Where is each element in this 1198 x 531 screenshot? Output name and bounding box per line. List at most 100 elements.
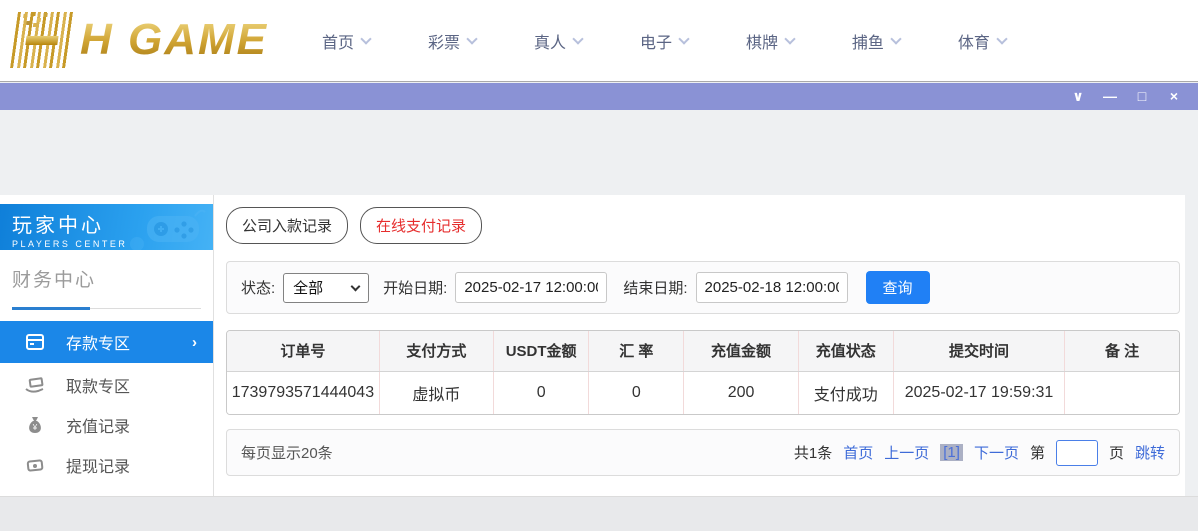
- nav-item-live[interactable]: 真人: [534, 29, 582, 53]
- jump-suffix-label: 页: [1109, 442, 1124, 463]
- chevron-down-icon: [784, 33, 795, 44]
- nav-item-sports[interactable]: 体育: [958, 29, 1006, 53]
- sidebar: 玩家中心 PLAYERS CENTER 财务中心: [0, 195, 214, 496]
- logo-sparkle-icon: [23, 14, 28, 18]
- cell-recharge-amount: 200: [684, 371, 798, 414]
- tab-company-deposit-record[interactable]: 公司入款记录: [226, 207, 348, 244]
- tab-online-payment-record[interactable]: 在线支付记录: [360, 207, 482, 244]
- sidebar-item-deposit[interactable]: 存款专区 ›: [0, 321, 213, 363]
- jump-prefix-label: 第: [1030, 442, 1045, 463]
- sidebar-item-label: 提现记录: [66, 453, 130, 477]
- jump-button[interactable]: 跳转: [1135, 442, 1165, 463]
- col-remark: 备 注: [1065, 331, 1179, 371]
- sidebar-item-recharge-record[interactable]: ¥ 充值记录: [0, 405, 213, 445]
- cell-exchange-rate: 0: [589, 371, 684, 414]
- bottom-background-strip: [0, 496, 1198, 531]
- content-area: 玩家中心 PLAYERS CENTER 财务中心: [0, 195, 1185, 496]
- cell-remark: [1065, 371, 1179, 414]
- app-window: H GAME 首页 彩票 真人 电子 棋牌: [0, 0, 1198, 531]
- sidebar-menu: 存款专区 › 取款专区 ¥ 充值记录: [0, 321, 213, 525]
- nav-item-lottery[interactable]: 彩票: [428, 29, 476, 53]
- col-exchange-rate: 汇 率: [589, 331, 684, 371]
- cell-payment-method: 虚拟币: [379, 371, 493, 414]
- chevron-down-icon: [678, 33, 689, 44]
- filter-bar: 状态: 全部 开始日期: 结束日期: 查询: [226, 261, 1180, 314]
- end-date-label: 结束日期:: [623, 277, 687, 298]
- start-date-input[interactable]: [455, 272, 607, 303]
- window-title-bar: ∨ — □ ×: [0, 83, 1198, 110]
- chevron-down-icon: [572, 33, 583, 44]
- main-panel: 公司入款记录 在线支付记录 状态: 全部 开始日期: 结束日期: 查询: [226, 207, 1180, 476]
- withdrawal-record-icon: [24, 454, 46, 476]
- pagination-controls: 共1条 首页 上一页 [1] 下一页 第 页 跳转: [794, 440, 1165, 466]
- sidebar-item-label: 存款专区: [66, 330, 130, 354]
- cell-recharge-status: 支付成功: [798, 371, 893, 414]
- cell-order-number: 1739793571444043: [227, 371, 379, 414]
- start-date-label: 开始日期:: [383, 277, 447, 298]
- first-page-link[interactable]: 首页: [843, 442, 873, 463]
- nav-label: 棋牌: [746, 29, 778, 53]
- sidebar-item-withdrawal-record[interactable]: 提现记录: [0, 445, 213, 485]
- chevron-down-icon: [360, 33, 371, 44]
- site-logo: H GAME: [14, 12, 268, 68]
- finance-center-heading: 财务中心: [12, 265, 201, 292]
- col-recharge-status: 充值状态: [798, 331, 893, 371]
- nav-label: 电子: [640, 29, 672, 53]
- chevron-down-icon: [351, 281, 361, 291]
- svg-text:¥: ¥: [32, 423, 38, 432]
- col-recharge-amount: 充值金额: [684, 331, 798, 371]
- nav-item-home[interactable]: 首页: [322, 29, 370, 53]
- window-dropdown-icon[interactable]: ∨: [1062, 83, 1094, 110]
- record-tabs: 公司入款记录 在线支付记录: [226, 207, 1180, 244]
- end-date-input[interactable]: [696, 272, 848, 303]
- page-jump-input[interactable]: [1056, 440, 1098, 466]
- col-payment-method: 支付方式: [379, 331, 493, 371]
- nav-label: 捕鱼: [852, 29, 884, 53]
- per-page-label: 每页显示20条: [241, 442, 333, 463]
- status-label: 状态:: [241, 277, 275, 298]
- chevron-down-icon: [466, 33, 477, 44]
- cell-submit-time: 2025-02-17 19:59:31: [893, 371, 1064, 414]
- nav-label: 真人: [534, 29, 566, 53]
- pagination-bar: 每页显示20条 共1条 首页 上一页 [1] 下一页 第 页 跳转: [226, 429, 1180, 476]
- window-maximize-icon[interactable]: □: [1126, 83, 1158, 110]
- sidebar-item-label: 取款专区: [66, 373, 130, 397]
- search-button[interactable]: 查询: [866, 271, 930, 304]
- col-submit-time: 提交时间: [893, 331, 1064, 371]
- sidebar-item-label: 充值记录: [66, 413, 130, 437]
- nav-item-chess[interactable]: 棋牌: [746, 29, 794, 53]
- logo-stripes-icon: [10, 12, 74, 68]
- withdraw-icon: [24, 374, 46, 396]
- main-nav: 首页 彩票 真人 电子 棋牌 捕鱼: [322, 0, 1006, 82]
- current-page-indicator: [1]: [940, 444, 963, 461]
- prev-page-link[interactable]: 上一页: [884, 442, 929, 463]
- next-page-link[interactable]: 下一页: [974, 442, 1019, 463]
- nav-label: 首页: [322, 29, 354, 53]
- nav-label: 体育: [958, 29, 990, 53]
- nav-item-fishing[interactable]: 捕鱼: [852, 29, 900, 53]
- chevron-down-icon: [996, 33, 1007, 44]
- status-select-value: 全部: [293, 277, 323, 298]
- chevron-down-icon: [890, 33, 901, 44]
- sidebar-item-withdraw[interactable]: 取款专区: [0, 365, 213, 405]
- deposit-icon: [24, 331, 46, 353]
- logo-text: H GAME: [80, 18, 268, 62]
- col-order-number: 订单号: [227, 331, 379, 371]
- window-close-icon[interactable]: ×: [1158, 83, 1190, 110]
- table-row: 1739793571444043 虚拟币 0 0 200 支付成功 2025-0…: [227, 371, 1179, 414]
- table-header-row: 订单号 支付方式 USDT金额 汇 率 充值金额 充值状态 提交时间 备 注: [227, 331, 1179, 371]
- players-center-banner: 玩家中心 PLAYERS CENTER: [0, 204, 213, 250]
- cell-usdt-amount: 0: [494, 371, 589, 414]
- recharge-record-icon: ¥: [24, 414, 46, 436]
- records-table: 订单号 支付方式 USDT金额 汇 率 充值金额 充值状态 提交时间 备 注 1: [226, 330, 1180, 415]
- col-usdt-amount: USDT金额: [494, 331, 589, 371]
- nav-item-slots[interactable]: 电子: [640, 29, 688, 53]
- chevron-right-icon: ›: [192, 334, 197, 351]
- site-header: H GAME 首页 彩票 真人 电子 棋牌: [0, 0, 1198, 82]
- section-underline: [12, 305, 201, 309]
- gamepad-icon: [129, 206, 207, 250]
- nav-label: 彩票: [428, 29, 460, 53]
- total-count-label: 共1条: [794, 442, 832, 463]
- status-select[interactable]: 全部: [283, 273, 369, 303]
- window-minimize-icon[interactable]: —: [1094, 83, 1126, 110]
